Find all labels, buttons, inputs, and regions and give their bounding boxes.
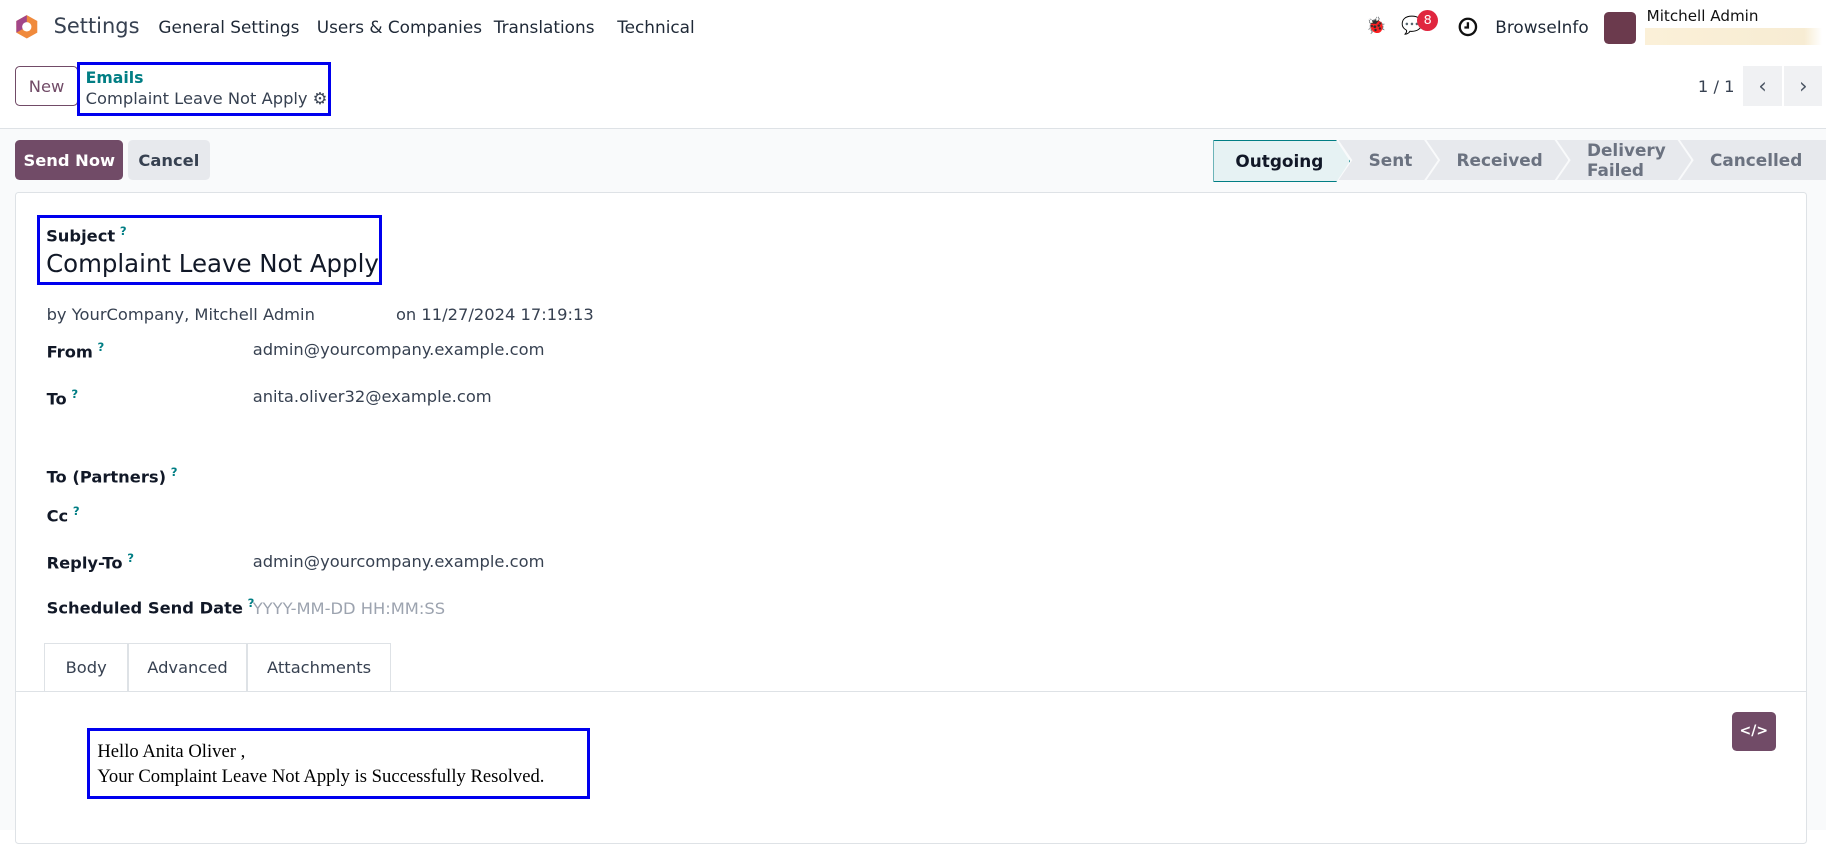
breadcrumb-emails-link[interactable]: Emails — [86, 68, 144, 87]
tab-attachments[interactable]: Attachments — [246, 642, 392, 691]
help-icon[interactable]: ? — [98, 340, 105, 354]
subject-value[interactable]: Complaint Leave Not Apply — [46, 249, 379, 278]
help-icon[interactable]: ? — [127, 551, 134, 565]
to-partners-label-text: To (Partners) — [46, 467, 167, 487]
from-label: From? — [47, 340, 105, 361]
cc-field[interactable] — [253, 504, 719, 525]
to-label-text: To — [46, 389, 67, 409]
new-button[interactable]: New — [15, 66, 78, 106]
menu-technical[interactable]: Technical — [617, 17, 695, 37]
cancel-button[interactable]: Cancel — [128, 139, 210, 181]
menu-users-companies[interactable]: Users & Companies — [317, 17, 482, 37]
author-info: by YourCompany, Mitchell Admin — [46, 305, 315, 325]
subject-field: Subject? Complaint Leave Not Apply — [37, 215, 382, 286]
user-avatar[interactable] — [1603, 11, 1637, 45]
status-received[interactable]: Received — [1426, 140, 1568, 181]
activity-clock-icon[interactable] — [1458, 17, 1478, 37]
reply-to-label-text: Reply-To — [46, 553, 123, 573]
email-body[interactable]: Hello Anita Oliver , Your Complaint Leav… — [87, 727, 591, 799]
scheduled-date-label-text: Scheduled Send Date — [46, 598, 243, 618]
chevron-right-icon: › — [1799, 74, 1808, 99]
date-info: on 11/27/2024 17:19:13 — [395, 305, 594, 325]
pager-value[interactable]: 1 / 1 — [1698, 77, 1735, 96]
breadcrumb: Emails Complaint Leave Not Apply ⚙ — [76, 61, 331, 117]
company-switcher[interactable]: BrowseInfo — [1495, 17, 1588, 37]
to-field[interactable]: anita.oliver32@example.com — [253, 387, 492, 406]
status-outgoing[interactable]: Outgoing — [1213, 140, 1350, 183]
pager-next-button[interactable]: › — [1784, 66, 1823, 106]
help-icon[interactable]: ? — [73, 504, 80, 518]
status-sent[interactable]: Sent — [1338, 140, 1438, 181]
status-delivery-failed[interactable]: Delivery Failed — [1557, 140, 1692, 181]
subject-label-text: Subject — [46, 226, 116, 246]
user-name[interactable]: Mitchell Admin — [1647, 7, 1759, 25]
tab-advanced[interactable]: Advanced — [128, 642, 247, 691]
pager-previous-button[interactable]: ‹ — [1743, 66, 1782, 106]
chevron-left-icon: ‹ — [1758, 74, 1767, 99]
help-icon[interactable]: ? — [171, 465, 178, 479]
scheduled-date-label: Scheduled Send Date? — [47, 596, 255, 617]
code-view-button[interactable]: </> — [1731, 711, 1776, 752]
redacted-area — [1645, 27, 1823, 46]
to-partners-field[interactable] — [253, 465, 719, 486]
reply-to-field[interactable]: admin@yourcompany.example.com — [253, 552, 545, 571]
subject-label: Subject? — [46, 224, 127, 245]
odoo-logo-icon[interactable] — [14, 14, 40, 40]
body-line-message: Your Complaint Leave Not Apply is Succes… — [97, 765, 545, 787]
notebook-tabs: Body Advanced Attachments — [16, 642, 1807, 692]
send-now-button[interactable]: Send Now — [15, 139, 124, 181]
to-partners-label: To (Partners)? — [47, 465, 178, 486]
code-icon: </> — [1739, 723, 1769, 740]
cc-label-text: Cc — [46, 506, 69, 526]
body-line-greeting: Hello Anita Oliver , — [97, 741, 246, 763]
menu-translations[interactable]: Translations — [494, 17, 595, 37]
status-cancelled[interactable]: Cancelled — [1679, 139, 1826, 181]
help-icon[interactable]: ? — [120, 224, 127, 238]
from-label-text: From — [46, 342, 93, 362]
breadcrumb-current: Complaint Leave Not Apply ⚙ — [86, 89, 328, 108]
reply-to-label: Reply-To? — [47, 551, 134, 572]
from-field[interactable]: admin@yourcompany.example.com — [253, 340, 545, 359]
breadcrumb-current-label: Complaint Leave Not Apply — [85, 89, 308, 109]
gear-icon[interactable]: ⚙ — [313, 89, 328, 108]
to-label: To? — [47, 387, 79, 408]
app-name[interactable]: Settings — [54, 14, 140, 38]
help-icon[interactable]: ? — [71, 387, 78, 401]
tab-body[interactable]: Body — [44, 642, 129, 691]
menu-general-settings[interactable]: General Settings — [158, 17, 299, 37]
cc-label: Cc? — [47, 504, 80, 525]
debug-bug-icon[interactable]: 🐞 — [1366, 16, 1386, 35]
status-bar: Outgoing Sent Received Delivery Failed C… — [1213, 139, 1826, 183]
scheduled-date-input[interactable]: YYYY-MM-DD HH:MM:SS — [253, 599, 445, 618]
